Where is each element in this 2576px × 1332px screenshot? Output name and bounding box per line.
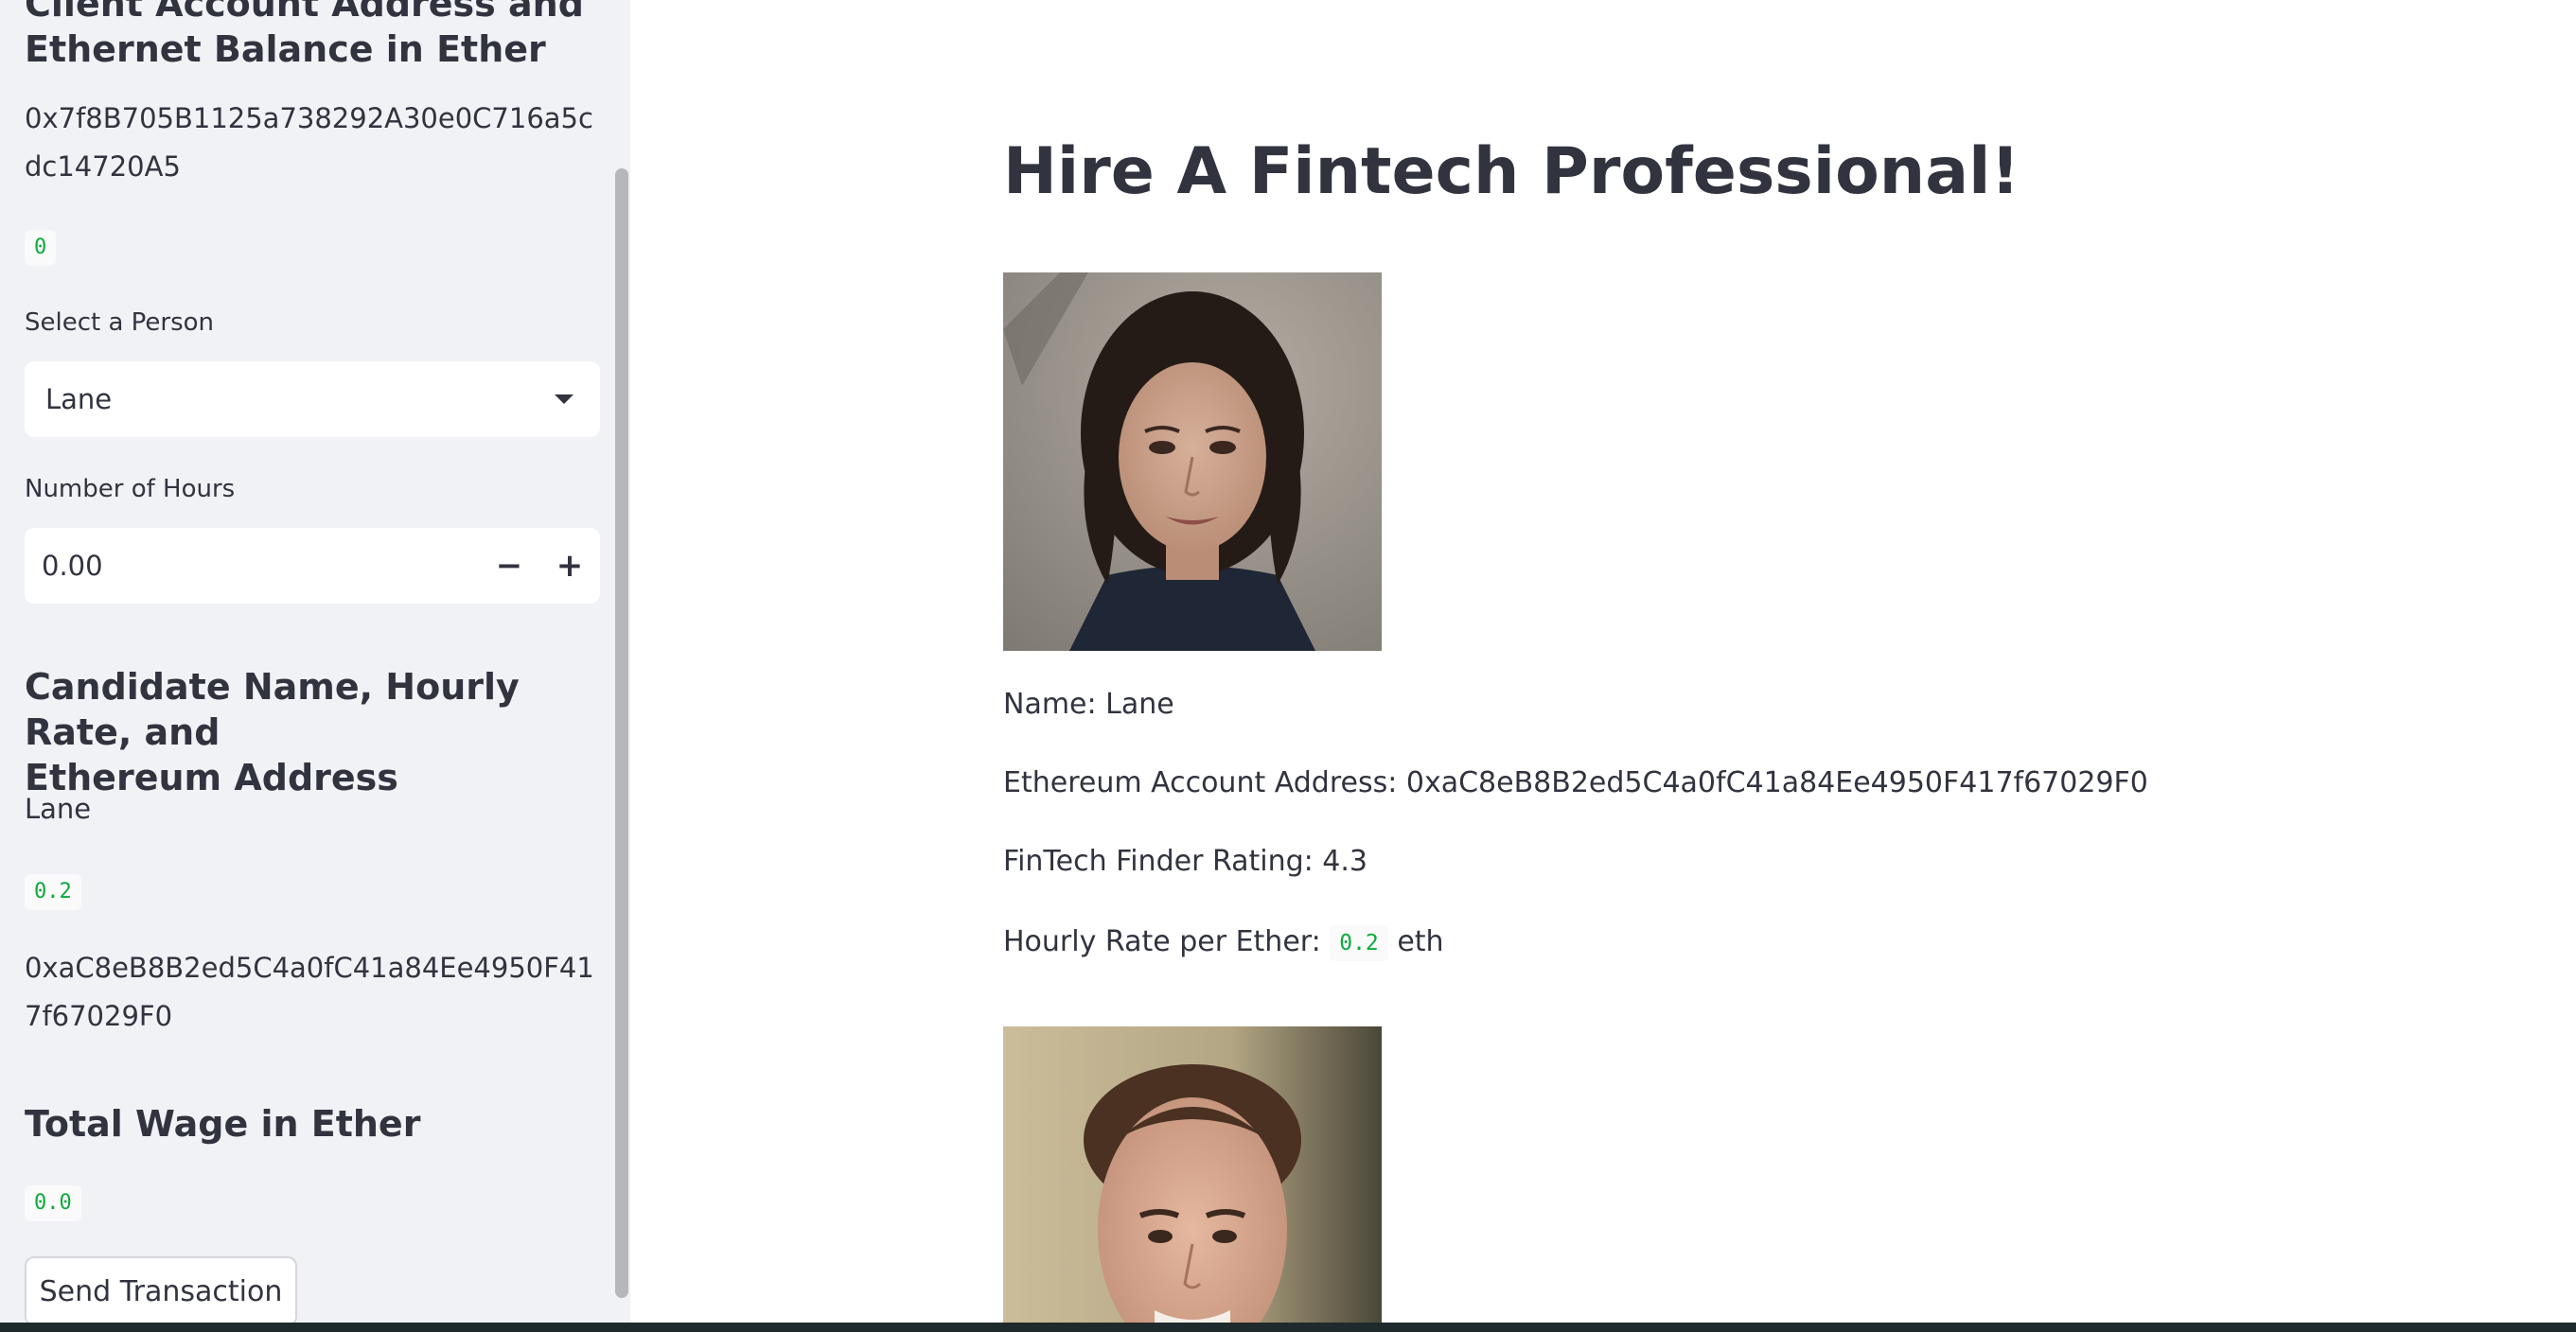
person-select-value: Lane bbox=[45, 383, 113, 415]
total-wage-value: 0.0 bbox=[25, 1185, 81, 1221]
sidebar: Client Account Address and Ethernet Bala… bbox=[0, 0, 630, 1332]
candidate-address-text: 0xaC8eB8B2ed5C4a0fC41a84Ee4950F417f67029… bbox=[25, 952, 594, 1032]
hourly-rate-prefix: Hourly Rate per Ether: bbox=[1003, 925, 1321, 958]
decrement-button[interactable]: − bbox=[479, 528, 539, 604]
client-account-heading: Client Account Address and Ethernet Bala… bbox=[25, 0, 584, 70]
total-wage-heading: Total Wage in Ether bbox=[25, 1103, 421, 1145]
person-select[interactable]: Lane bbox=[25, 361, 600, 437]
hours-label: Number of Hours bbox=[25, 475, 236, 503]
chevron-down-icon bbox=[555, 394, 573, 404]
send-transaction-button[interactable]: Send Transaction bbox=[25, 1256, 297, 1326]
candidate-name-text: Lane bbox=[25, 793, 92, 825]
profile-hourly-rate: Hourly Rate per Ether: 0.2 eth bbox=[1003, 922, 1444, 962]
candidate-rate-value: 0.2 bbox=[25, 874, 81, 910]
profile-name: Name: Lane bbox=[1003, 688, 1174, 721]
window-bottom-edge bbox=[0, 1323, 2576, 1332]
sidebar-scrollbar[interactable] bbox=[615, 168, 628, 1298]
increment-button[interactable]: + bbox=[539, 528, 600, 604]
hourly-rate-suffix: eth bbox=[1397, 925, 1444, 958]
candidate-heading: Candidate Name, Hourly Rate, and Ethereu… bbox=[25, 666, 520, 798]
profile-rating: FinTech Finder Rating: 4.3 bbox=[1003, 845, 1368, 878]
main-content: Hire A Fintech Professional! Name: Lane … bbox=[630, 0, 2576, 1332]
profile-photo bbox=[1003, 1026, 1382, 1323]
profile-photo bbox=[1003, 272, 1382, 651]
hours-input-value[interactable]: 0.00 bbox=[25, 550, 479, 582]
client-balance-value: 0 bbox=[25, 230, 57, 266]
hours-number-input[interactable]: 0.00 − + bbox=[25, 528, 600, 604]
profile-address: Ethereum Account Address: 0xaC8eB8B2ed5C… bbox=[1003, 766, 2148, 799]
hourly-rate-value: 0.2 bbox=[1330, 924, 1388, 961]
app-root: Client Account Address and Ethernet Bala… bbox=[0, 0, 2576, 1332]
page-title: Hire A Fintech Professional! bbox=[1003, 134, 2020, 209]
client-address-text: 0x7f8B705B1125a738292A30e0C716a5cdc14720… bbox=[25, 102, 593, 183]
select-person-label: Select a Person bbox=[25, 308, 215, 337]
